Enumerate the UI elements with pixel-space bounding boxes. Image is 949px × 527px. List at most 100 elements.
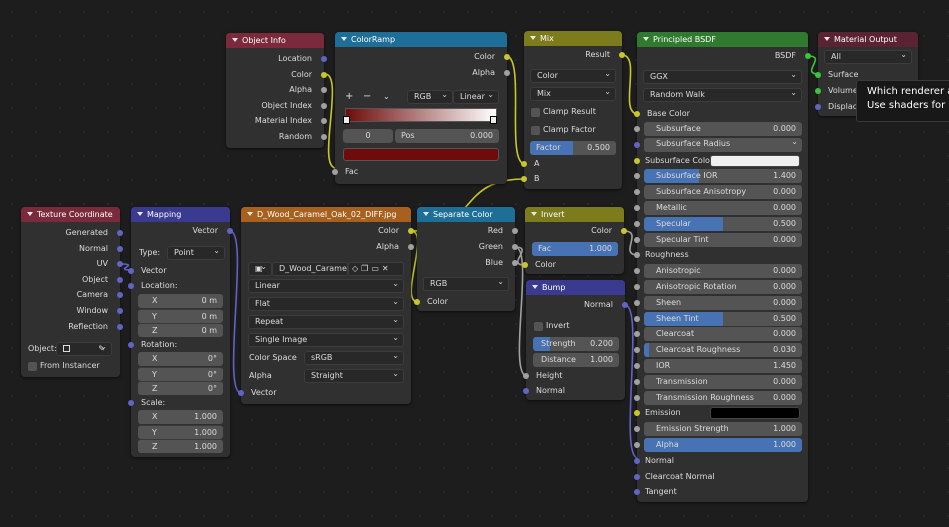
socket-scale-icon[interactable] xyxy=(128,400,134,406)
bsdf-ior-slider[interactable]: IOR 1.450 xyxy=(644,359,802,373)
socket-subsurface-anisotropy-icon[interactable] xyxy=(634,189,640,196)
socket-a-icon[interactable] xyxy=(521,161,527,167)
output-target-dropdown[interactable]: All xyxy=(824,50,912,64)
separate-output-red[interactable]: Red xyxy=(417,223,518,239)
socket-ior-icon[interactable] xyxy=(634,363,640,369)
socket-normal-icon[interactable] xyxy=(117,245,123,252)
mapping-loc-y-field[interactable]: Y0 m xyxy=(138,308,223,323)
socket-result-icon[interactable] xyxy=(619,52,625,58)
socket-alpha-icon[interactable] xyxy=(634,442,640,448)
image-name-field[interactable]: D_Wood_Caramel... xyxy=(272,262,348,276)
object-info-output-alpha[interactable]: Alpha xyxy=(226,82,327,98)
texcoord-output-uv[interactable]: UV xyxy=(21,256,123,272)
socket-generated-icon[interactable] xyxy=(117,230,123,236)
bsdf-subsurface-color-swatch[interactable] xyxy=(710,154,800,167)
socket-alpha-icon[interactable] xyxy=(504,70,510,76)
ramp-stop-1-handle[interactable] xyxy=(490,116,497,124)
socket-window-icon[interactable] xyxy=(117,308,123,314)
remove-stop-button[interactable]: − xyxy=(363,90,371,104)
texcoord-output-reflection[interactable]: Reflection xyxy=(21,319,123,335)
socket-metallic-icon[interactable] xyxy=(634,205,640,211)
socket-object-icon[interactable] xyxy=(117,276,123,283)
socket-normal-in-icon[interactable] xyxy=(523,388,529,394)
socket-vector-icon[interactable] xyxy=(238,390,244,396)
separate-mode-dropdown[interactable]: RGB xyxy=(423,277,509,291)
bsdf-anisotropic-rotation-slider[interactable]: Anisotropic Rotation 0.000 xyxy=(644,280,802,294)
ramp-stop-color-swatch[interactable] xyxy=(343,148,499,161)
texcoord-output-object[interactable]: Object xyxy=(21,272,123,288)
separate-output-green[interactable]: Green xyxy=(417,239,518,255)
mapping-loc-x-field[interactable]: X0 m xyxy=(138,294,223,308)
bump-distance-field[interactable]: Distance 1.000 xyxy=(533,353,619,367)
texture-coordinate-node[interactable]: Texture Coordinate Generated Normal UV Obje… xyxy=(21,207,123,377)
clamp-factor-checkbox[interactable] xyxy=(531,126,540,135)
socket-anisotropic-icon[interactable] xyxy=(634,268,640,275)
principled-bsdf-header[interactable]: Principled BSDF xyxy=(637,32,808,47)
socket-displace-icon[interactable] xyxy=(815,104,821,110)
object-info-output-material-index[interactable]: Material Index xyxy=(226,113,327,129)
bsdf-anisotropic-slider[interactable]: Anisotropic 0.000 xyxy=(644,264,802,279)
mapping-input-location[interactable]: Location: xyxy=(128,278,230,294)
duplicate-icon[interactable]: ❐ xyxy=(361,264,371,273)
mapping-loc-z-field[interactable]: Z0 m xyxy=(138,323,223,337)
socket-transmission-icon[interactable] xyxy=(634,378,640,385)
socket-color-icon[interactable] xyxy=(504,54,510,60)
mapping-header[interactable]: Mapping xyxy=(131,207,230,222)
bsdf-input-normal[interactable]: Normal xyxy=(645,454,674,468)
bump-input-height[interactable]: Height xyxy=(523,368,625,384)
socket-subsurface-color-icon[interactable] xyxy=(634,157,640,164)
socket-specular-tint-icon[interactable] xyxy=(634,236,640,243)
invert-header[interactable]: Invert xyxy=(525,207,624,222)
socket-bsdf-icon[interactable] xyxy=(805,53,811,59)
socket-sheen-icon[interactable] xyxy=(634,299,640,306)
bsdf-specular-slider[interactable]: Specular 0.500 xyxy=(644,216,802,231)
object-info-node[interactable]: Object Info Location Color Alpha Object Ind… xyxy=(226,33,327,148)
mapping-node[interactable]: Mapping Vector Type: Point Vector Locati… xyxy=(128,207,233,457)
mix-data-type-dropdown[interactable]: Color xyxy=(530,69,616,83)
color-space-dropdown[interactable]: sRGB xyxy=(304,351,404,365)
bump-invert-checkbox[interactable] xyxy=(534,322,543,331)
socket-alpha-icon[interactable] xyxy=(321,87,327,94)
bsdf-subsurface-ior-slider[interactable]: Subsurface IOR 1.400 xyxy=(644,169,802,184)
socket-color-out-icon[interactable] xyxy=(621,228,627,234)
mix-node[interactable]: Mix Result Color Mix Clamp Result Clamp … xyxy=(521,31,625,189)
socket-alpha-icon[interactable] xyxy=(408,244,414,250)
image-texture-node[interactable]: D_Wood_Caramel_Oak_02_DIFF.jpg Color Alp… xyxy=(238,207,414,404)
bsdf-input-tangent[interactable]: Tangent xyxy=(645,485,677,499)
ramp-menu-button[interactable]: ⌄ xyxy=(383,90,390,104)
socket-emission-strength-icon[interactable] xyxy=(634,426,640,433)
socket-subsurface-icon[interactable] xyxy=(634,126,640,132)
colorramp-input-fac[interactable]: Fac xyxy=(332,164,507,180)
socket-clearcoat-roughness-icon[interactable] xyxy=(634,347,640,354)
material-output-header[interactable]: Material Output xyxy=(818,32,918,47)
mapping-rot-x-field[interactable]: X 0° xyxy=(138,352,223,366)
bump-strength-slider[interactable]: Strength 0.200 xyxy=(533,337,619,351)
bsdf-clearcoat-roughness-slider[interactable]: Clearcoat Roughness 0.030 xyxy=(644,343,802,358)
mapping-scl-x-field[interactable]: X 1.000 xyxy=(138,410,223,424)
socket-specular-icon[interactable] xyxy=(634,220,640,227)
bsdf-subsurface-radius-dropdown[interactable]: Subsurface Radius xyxy=(644,137,802,152)
invert-fac-slider[interactable]: Fac 1.000 xyxy=(532,242,618,256)
socket-surface-icon[interactable] xyxy=(815,72,821,78)
bsdf-emission-swatch[interactable] xyxy=(710,407,800,420)
image-output-alpha[interactable]: Alpha xyxy=(241,239,414,255)
object-info-output-color[interactable]: Color xyxy=(226,67,327,83)
image-output-color[interactable]: Color xyxy=(241,223,414,239)
bsdf-subsurface-slider[interactable]: Subsurface 0.000 xyxy=(644,122,802,136)
bsdf-output[interactable]: BSDF xyxy=(637,48,811,64)
mapping-type-dropdown[interactable]: Point xyxy=(167,246,225,260)
mix-factor-slider[interactable]: Factor 0.500 xyxy=(530,141,616,155)
colorramp-header[interactable]: ColorRamp xyxy=(335,32,507,47)
bsdf-transmission-roughness-slider[interactable]: Transmission Roughness 0.000 xyxy=(644,390,802,405)
separate-output-blue[interactable]: Blue xyxy=(417,255,518,271)
socket-reflection-icon[interactable] xyxy=(117,323,123,330)
invert-input-color[interactable]: Color xyxy=(522,257,624,273)
clamp-result-checkbox[interactable] xyxy=(531,108,540,117)
separate-color-node[interactable]: Separate Color Red Green Blue RGB Color xyxy=(414,207,518,311)
socket-location-icon[interactable] xyxy=(128,283,134,289)
socket-color-icon[interactable] xyxy=(321,71,327,78)
mapping-scl-z-field[interactable]: Z 1.000 xyxy=(138,439,223,453)
distribution-dropdown[interactable]: GGX xyxy=(643,70,802,84)
socket-color-in-icon[interactable] xyxy=(414,299,420,305)
object-info-output-random[interactable]: Random xyxy=(226,129,327,145)
